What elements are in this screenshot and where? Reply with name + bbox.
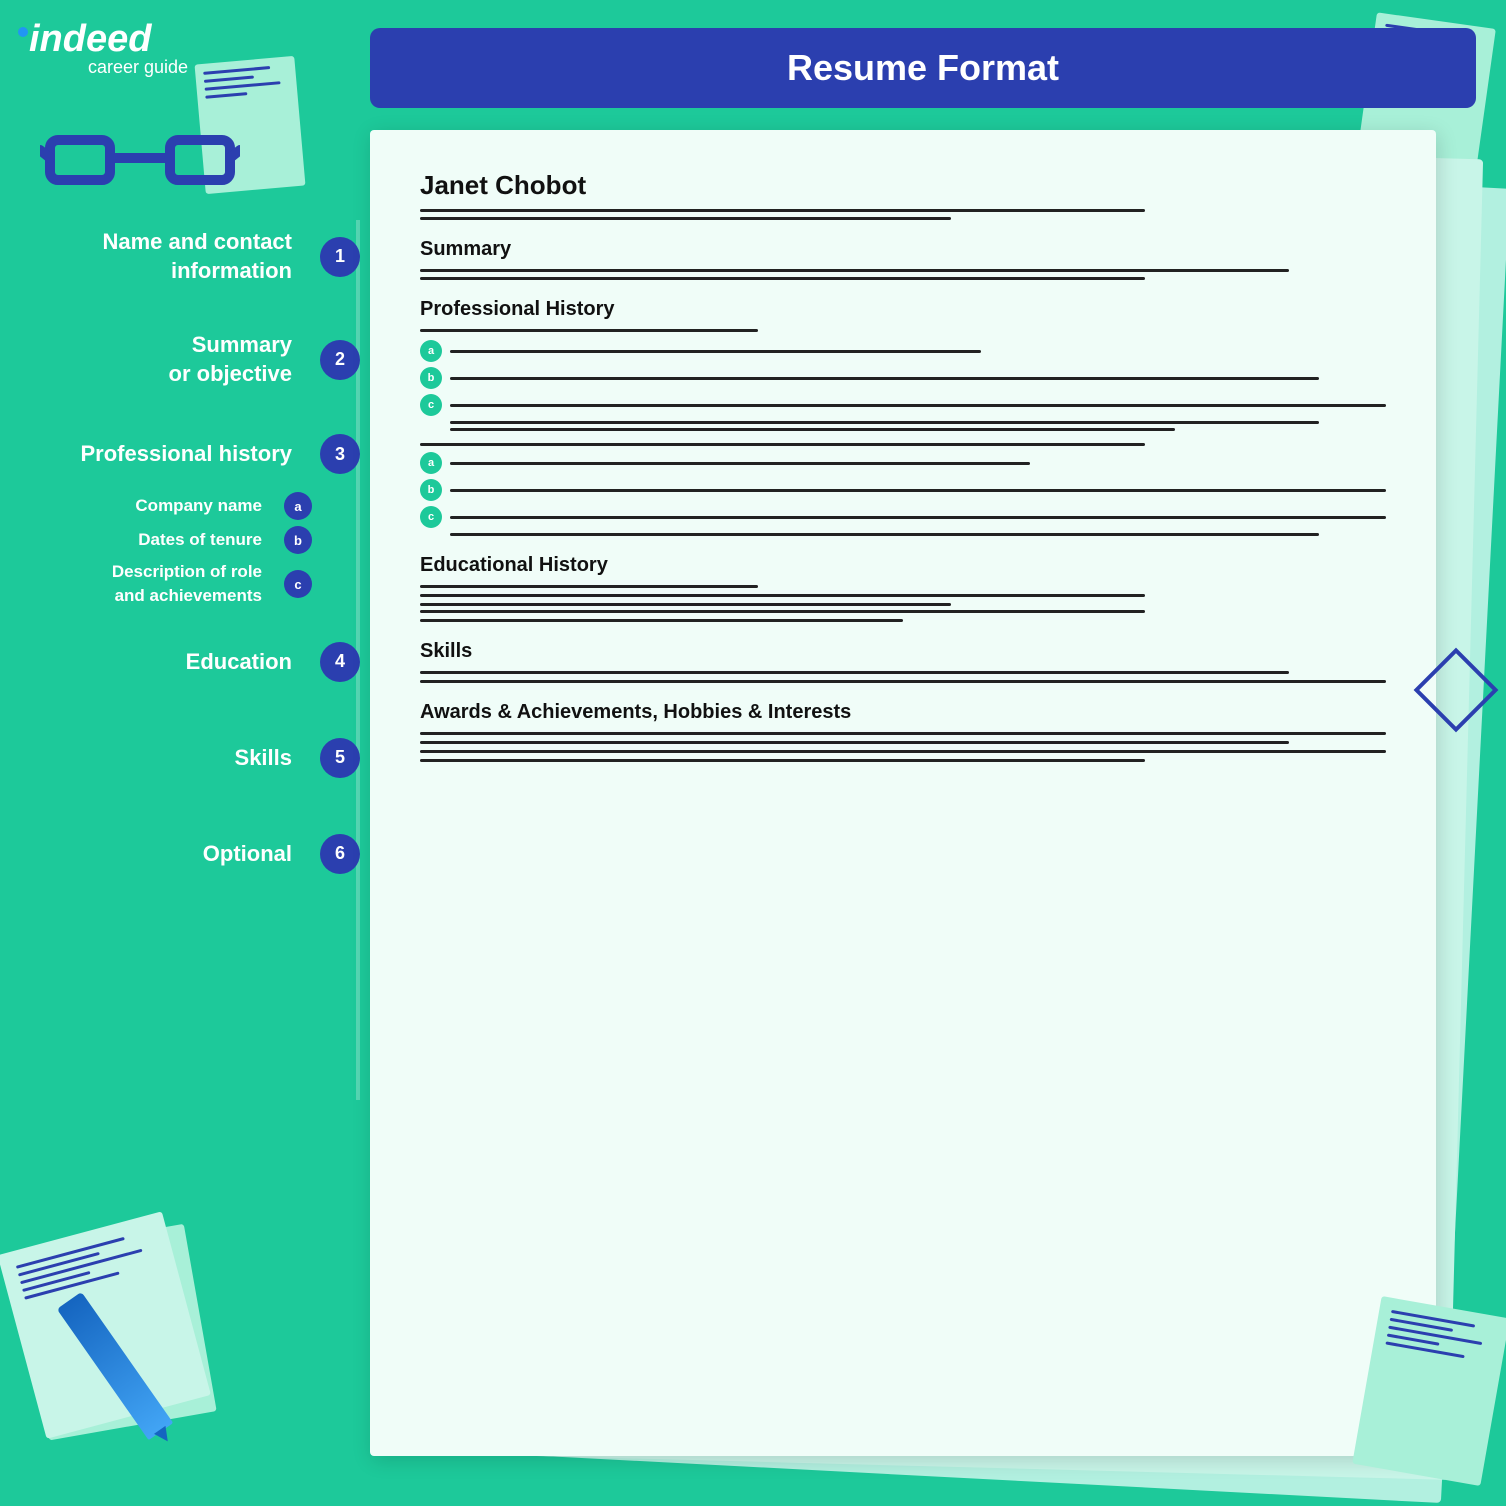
section-title-summary: Summary [420,238,1386,261]
sidebar-item-6: Optional 6 [0,826,360,882]
sub-badge-b: b [284,526,312,554]
sidebar: Name and contactinformation 1 Summaryor … [0,220,360,892]
pro-line-c2 [450,516,1386,519]
glasses-icon [40,120,240,200]
sidebar-sub-items: Company name a Dates of tenure b Descrip… [0,492,360,614]
awards-line-2 [420,741,1289,744]
section-title-skills: Skills [420,640,1386,663]
edu-line-5 [420,619,903,622]
pro-bullet-row-c1: c [420,394,1386,416]
bullet-b2: b [420,479,442,501]
pro-desc-line-3 [450,533,1319,536]
skills-line-1 [420,671,1289,674]
sidebar-sub-label-c: Description of roleand achievements [112,560,262,608]
header-banner: Resume Format [370,28,1476,108]
sidebar-sub-item-b: Dates of tenure b [138,526,356,554]
name-line-2 [420,217,951,220]
skills-line-2 [420,680,1386,683]
awards-line-1 [420,732,1386,735]
step-badge-2: 2 [320,340,360,380]
sidebar-label-2: Summaryor objective [169,331,292,388]
sidebar-item-4: Education 4 [0,634,360,690]
pro-company-2 [420,443,1145,446]
pro-desc-line-1 [450,421,1319,424]
sub-badge-c: c [284,570,312,598]
awards-line-4 [420,759,1145,762]
bullet-c2: c [420,506,442,528]
page-title: Resume Format [787,47,1059,89]
step-badge-1: 1 [320,237,360,277]
pro-desc-line-2 [450,428,1175,431]
section-title-awards: Awards & Achievements, Hobbies & Interes… [420,701,1386,724]
pro-line-b1 [450,377,1319,380]
pro-line-b2 [450,489,1386,492]
sidebar-sub-label-a: Company name [135,494,262,518]
resume-name: Janet Chobot [420,170,1386,201]
sidebar-item-2: Summaryor objective 2 [0,323,360,396]
sidebar-label-3: Professional history [80,440,292,469]
pro-header-line [420,329,758,332]
sidebar-item-1: Name and contactinformation 1 [0,220,360,293]
awards-line-3 [420,750,1386,753]
sidebar-label-6: Optional [203,840,292,869]
sidebar-sub-item-c: Description of roleand achievements c [112,560,356,608]
pro-line-a1 [450,350,981,353]
pro-bullet-row-a2: a [420,452,1386,474]
sidebar-item-3: Professional history 3 [0,426,360,482]
bullet-b1: b [420,367,442,389]
sidebar-sub-item-a: Company name a [135,492,356,520]
sub-badge-a: a [284,492,312,520]
logo-indeed: indeed [18,18,151,60]
paper-main: Janet Chobot Summary Professional Histor… [370,130,1436,1456]
sidebar-label-1: Name and contactinformation [103,228,293,285]
edu-line-1 [420,585,758,588]
pro-line-c1 [450,404,1386,407]
section-title-professional: Professional History [420,298,1386,321]
summary-line-1 [420,269,1289,272]
pro-line-a2 [450,462,1030,465]
sidebar-sub-label-b: Dates of tenure [138,528,262,552]
bullet-c1: c [420,394,442,416]
bullet-a2: a [420,452,442,474]
pro-bullet-row-b1: b [420,367,1386,389]
step-badge-3: 3 [320,434,360,474]
sidebar-item-3-group: Professional history 3 Company name a Da… [0,426,360,614]
summary-line-2 [420,277,1145,280]
sidebar-label-4: Education [186,648,292,677]
pro-bullet-row-b2: b [420,479,1386,501]
step-badge-5: 5 [320,738,360,778]
bullet-a1: a [420,340,442,362]
step-badge-6: 6 [320,834,360,874]
pro-bullet-row-c2: c [420,506,1386,528]
sidebar-item-5: Skills 5 [0,730,360,786]
edu-line-4 [420,610,1145,613]
step-badge-4: 4 [320,642,360,682]
edu-line-2 [420,594,1145,597]
sidebar-label-5: Skills [235,744,292,773]
edu-line-3 [420,603,951,606]
pro-bullet-row-a1: a [420,340,1386,362]
logo-area: indeed career guide [18,18,258,78]
section-title-education: Educational History [420,554,1386,577]
resume-stack: Janet Chobot Summary Professional Histor… [370,130,1456,1456]
name-line-1 [420,209,1145,212]
